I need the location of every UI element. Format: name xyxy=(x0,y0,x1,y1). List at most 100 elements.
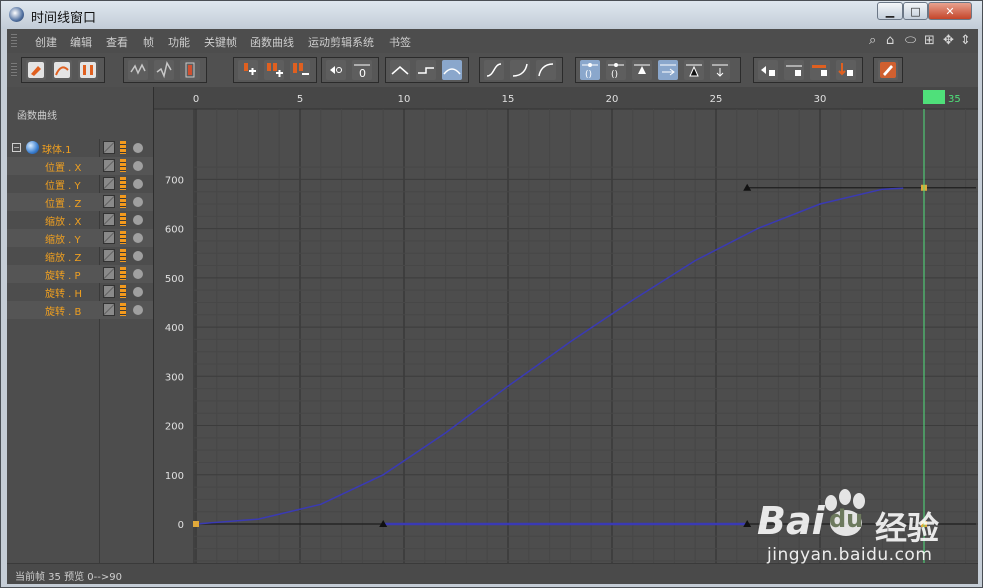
track-enable-icon[interactable] xyxy=(133,305,143,315)
track-edit-icon[interactable] xyxy=(103,285,115,298)
tree-track-row[interactable]: 缩放 . Z xyxy=(7,247,153,265)
lock-value-icon[interactable]: () xyxy=(606,60,626,80)
track-enable-icon[interactable] xyxy=(133,269,143,279)
fit-icon[interactable]: ⬭ xyxy=(905,33,916,48)
menu-frame[interactable]: 帧 xyxy=(143,34,154,50)
fcurve-header-label: 函数曲线 xyxy=(17,111,57,122)
track-enable-icon[interactable] xyxy=(133,161,143,171)
key-left-icon[interactable] xyxy=(326,60,346,80)
track-enable-icon[interactable] xyxy=(133,233,143,243)
track-edit-icon[interactable] xyxy=(103,267,115,280)
menu-bookmarks[interactable]: 书签 xyxy=(389,34,411,50)
tangent-step-icon[interactable] xyxy=(416,60,436,80)
sphere-icon xyxy=(26,141,39,154)
baidu-watermark: Bai du 经验 jingyan.baidu.com xyxy=(757,483,967,575)
collapse-icon[interactable]: − xyxy=(12,143,21,152)
track-layer-icon[interactable] xyxy=(120,303,126,316)
menu-create[interactable]: 创建 xyxy=(35,34,57,50)
tree-track-row[interactable]: 旋转 . P xyxy=(7,265,153,283)
move-icon[interactable]: ✥ xyxy=(943,33,954,48)
menu-motion-system[interactable]: 运动剪辑系统 xyxy=(308,34,374,50)
track-enable-icon[interactable] xyxy=(133,251,143,261)
motion-mode-icon[interactable] xyxy=(78,60,98,80)
title-bar[interactable]: 时间线窗口 ▁ □ ✕ xyxy=(1,1,982,29)
key-mode-icon[interactable] xyxy=(26,60,46,80)
curve-view-icon[interactable] xyxy=(128,60,148,80)
track-layer-icon[interactable] xyxy=(120,195,126,208)
menu-view[interactable]: 查看 xyxy=(106,34,128,50)
track-layer-icon[interactable] xyxy=(120,285,126,298)
tangent-linear-icon[interactable] xyxy=(390,60,410,80)
track-edit-icon[interactable] xyxy=(103,177,115,190)
track-edit-icon[interactable] xyxy=(103,141,115,154)
menu-keyframe[interactable]: 关键帧 xyxy=(204,34,237,50)
lock-tangent-icon[interactable]: () xyxy=(580,60,600,80)
render-key-icon[interactable] xyxy=(878,60,898,80)
key-zero-icon[interactable]: 0 xyxy=(352,60,372,80)
fcurve-mode-icon[interactable] xyxy=(52,60,72,80)
track-enable-icon[interactable] xyxy=(133,143,143,153)
track-edit-icon[interactable] xyxy=(103,213,115,226)
menu-function[interactable]: 功能 xyxy=(168,34,190,50)
x-tick-label: 0 xyxy=(193,94,199,105)
tree-track-row[interactable]: 缩放 . X xyxy=(7,211,153,229)
tree-track-row[interactable]: 缩放 . Y xyxy=(7,229,153,247)
close-button[interactable]: ✕ xyxy=(928,2,972,20)
tree-track-row[interactable]: 旋转 . B xyxy=(7,301,153,319)
track-edit-icon[interactable] xyxy=(103,159,115,172)
add-keys-icon[interactable] xyxy=(264,60,284,80)
toolbar-grip[interactable] xyxy=(11,63,17,77)
search-icon[interactable]: ⌕ xyxy=(869,33,876,48)
lock-time-icon[interactable] xyxy=(632,60,652,80)
ease-out-icon[interactable] xyxy=(536,60,556,80)
track-edit-icon[interactable] xyxy=(103,231,115,244)
scroll-icon[interactable]: ⇕ xyxy=(960,33,971,48)
tangent-spline-icon[interactable] xyxy=(442,60,462,80)
minimize-button[interactable]: ▁ xyxy=(877,2,903,20)
lock-flat-icon[interactable] xyxy=(684,60,704,80)
frame-icon[interactable]: ⊞ xyxy=(924,33,935,48)
track-layer-icon[interactable] xyxy=(120,231,126,244)
menu-edit[interactable]: 编辑 xyxy=(70,34,92,50)
lock-arrow-icon[interactable] xyxy=(836,60,856,80)
curve-key-icon[interactable] xyxy=(154,60,174,80)
home-icon[interactable]: ⌂ xyxy=(886,33,894,48)
track-enable-icon[interactable] xyxy=(133,287,143,297)
track-layer-icon[interactable] xyxy=(120,141,126,154)
remove-key-icon[interactable] xyxy=(290,60,310,80)
track-enable-icon[interactable] xyxy=(133,197,143,207)
track-layer-icon[interactable] xyxy=(120,177,126,190)
menu-fcurve[interactable]: 函数曲线 xyxy=(250,34,294,50)
ease-in-icon[interactable] xyxy=(510,60,530,80)
track-enable-icon[interactable] xyxy=(133,215,143,225)
maximize-button[interactable]: □ xyxy=(903,2,928,20)
track-layer-icon[interactable] xyxy=(120,159,126,172)
tree-item-label: 位置 . Y xyxy=(45,181,81,192)
tree-track-row[interactable]: 位置 . Y xyxy=(7,175,153,193)
tree-object-row[interactable]: − 球体.1 xyxy=(7,139,153,157)
curve-pin-icon[interactable] xyxy=(180,60,200,80)
track-layer-icon[interactable] xyxy=(120,267,126,280)
add-key-icon[interactable] xyxy=(238,60,258,80)
x-tick-label: 15 xyxy=(502,94,515,105)
tree-track-row[interactable]: 位置 . Z xyxy=(7,193,153,211)
toolbar-group-tangent xyxy=(385,57,469,83)
menu-grip[interactable] xyxy=(11,34,17,48)
tree-track-row[interactable]: 旋转 . H xyxy=(7,283,153,301)
track-edit-icon[interactable] xyxy=(103,303,115,316)
track-layer-icon[interactable] xyxy=(120,213,126,226)
lock-down-icon[interactable] xyxy=(710,60,730,80)
lock-both-icon[interactable] xyxy=(658,60,678,80)
track-enable-icon[interactable] xyxy=(133,179,143,189)
lock-v-icon[interactable] xyxy=(784,60,804,80)
track-edit-icon[interactable] xyxy=(103,249,115,262)
tree-track-row[interactable]: 位置 . X xyxy=(7,157,153,175)
lock-l-icon[interactable] xyxy=(810,60,830,80)
key-marker xyxy=(193,521,199,527)
ease-both-icon[interactable] xyxy=(484,60,504,80)
track-layer-icon[interactable] xyxy=(120,249,126,262)
toolbar-group-key-add xyxy=(233,57,317,83)
lock-t-icon[interactable] xyxy=(758,60,778,80)
track-edit-icon[interactable] xyxy=(103,195,115,208)
tree-item-label: 球体.1 xyxy=(42,145,72,156)
